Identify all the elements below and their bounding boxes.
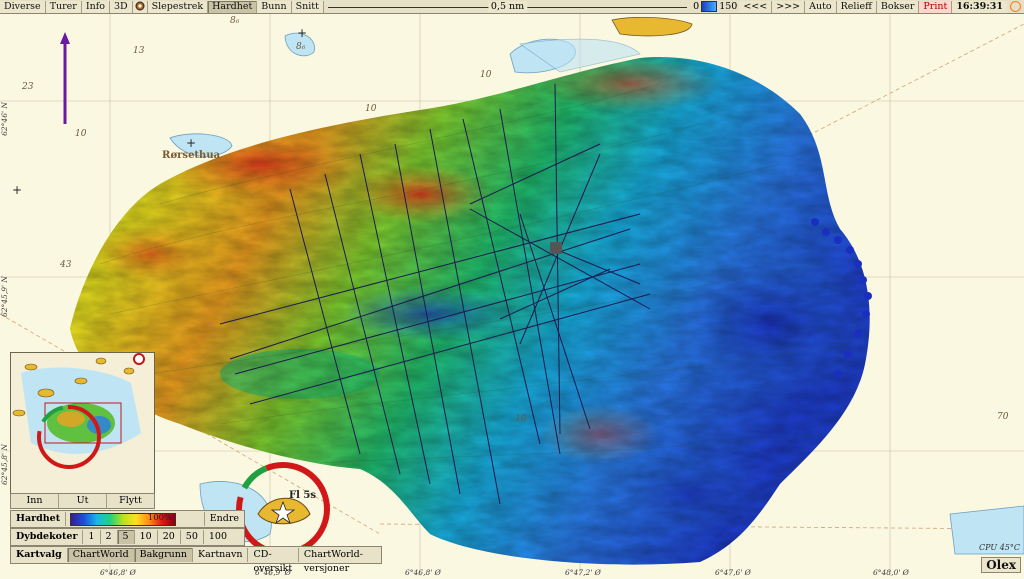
depth-label: 43 — [60, 260, 72, 270]
menu-snitt[interactable]: Snitt — [291, 0, 324, 13]
hardhet-label: Hardhet — [11, 512, 67, 526]
kartvalg-row: Kartvalg ChartWorld Bakgrunn Kartnavn CD… — [10, 546, 382, 574]
kartvalg-label: Kartvalg — [11, 548, 68, 562]
move-button[interactable]: Flytt — [107, 494, 154, 508]
overview-minimap[interactable] — [10, 352, 155, 496]
depth-label: 10 — [480, 70, 492, 80]
dybdekoter-option-2[interactable]: 2 — [101, 530, 118, 544]
depth-color-swatch — [701, 1, 718, 12]
depth-label: 8₆ — [230, 16, 240, 26]
place-name: Rørsethua — [162, 150, 221, 161]
island-top — [611, 16, 693, 37]
kartvalg-cd-oversikt[interactable]: CD-oversikt — [248, 548, 299, 574]
beacon-label: Fl 5s — [289, 490, 316, 501]
depth-label: 70 — [997, 412, 1009, 422]
top-toolbar: Diverse Turer Info 3D Slepestrek Hardhet… — [0, 0, 1024, 14]
kartvalg-bakgrunn[interactable]: Bakgrunn — [134, 548, 194, 562]
zoom-out-button[interactable]: Ut — [59, 494, 107, 508]
dybdekoter-row: Dybdekoter 1 2 5 10 20 50 100 — [10, 528, 245, 546]
dybdekoter-option-100[interactable]: 100 — [204, 530, 232, 544]
sun-icon[interactable] — [1010, 1, 1021, 12]
depth-label: 10 — [365, 104, 377, 114]
dybdekoter-label: Dybdekoter — [11, 530, 84, 544]
zoom-in-button[interactable]: Inn — [11, 494, 59, 508]
hardness-survey — [70, 57, 870, 565]
olex-logo: Olex — [981, 557, 1021, 573]
survey-center-marker — [550, 242, 562, 254]
auto-button[interactable]: Auto — [805, 0, 837, 13]
relief-button[interactable]: Relieff — [836, 0, 877, 13]
scale-bar: 0,5 nm — [324, 0, 691, 13]
hardhet-scale-max: 100% — [147, 512, 173, 523]
menu-3d[interactable]: 3D — [109, 0, 133, 13]
svg-text:+: + — [297, 26, 307, 40]
menu-diverse[interactable]: Diverse — [0, 0, 46, 13]
menu-slepestrek[interactable]: Slepestrek — [147, 0, 209, 13]
print-button[interactable]: Print — [919, 0, 953, 13]
hardhet-color-scale[interactable]: 100% — [70, 512, 177, 526]
dybdekoter-option-10[interactable]: 10 — [135, 530, 158, 544]
depth-min: 0 — [693, 1, 700, 12]
menu-bunn[interactable]: Bunn — [257, 0, 292, 13]
depth-max: 150 — [719, 1, 738, 12]
dybdekoter-option-20[interactable]: 20 — [158, 530, 181, 544]
depth-label: 13 — [133, 46, 145, 56]
endre-button[interactable]: Endre — [203, 512, 244, 526]
kartvalg-kartnavn[interactable]: Kartnavn — [193, 548, 249, 562]
dybdekoter-option-50[interactable]: 50 — [181, 530, 204, 544]
depth-label: 8₆ — [296, 42, 306, 52]
lat-coord: 62°45,9' N — [0, 276, 9, 318]
clock: 16:39:31 — [952, 0, 1007, 13]
svg-text:+: + — [12, 183, 22, 197]
minimap-canvas — [11, 353, 154, 495]
menu-info[interactable]: Info — [81, 0, 110, 13]
kartvalg-chartworld[interactable]: ChartWorld — [67, 548, 135, 562]
nav-forward-button[interactable]: >>> — [772, 0, 806, 13]
menu-hardhet[interactable]: Hardhet — [208, 0, 258, 13]
lat-coord: 62°45,8' N — [0, 444, 9, 486]
north-arrow — [60, 32, 70, 124]
cpu-temp: CPU 45°C — [979, 543, 1020, 552]
menu-turer[interactable]: Turer — [45, 0, 82, 13]
depth-range[interactable]: 0 150 — [691, 1, 739, 13]
scale-label: 0,5 nm — [487, 0, 528, 13]
depth-label: 10 — [515, 414, 527, 424]
depth-label: 10 — [75, 129, 87, 139]
kartvalg-chartworld-versjoner[interactable]: ChartWorld-versjoner — [299, 548, 381, 574]
dybdekoter-option-5[interactable]: 5 — [117, 530, 135, 544]
lat-coord: 62°46' N — [0, 102, 9, 136]
hardhet-row: Hardhet 100% Endre — [10, 510, 245, 528]
depth-label: 23 — [22, 82, 34, 92]
target-icon[interactable] — [132, 0, 148, 13]
minimap-buttons: Inn Ut Flytt — [10, 493, 155, 509]
dybdekoter-option-1[interactable]: 1 — [83, 530, 101, 544]
bokser-button[interactable]: Bokser — [876, 0, 920, 13]
nav-back-button[interactable]: <<< — [739, 0, 773, 13]
svg-text:+: + — [186, 136, 196, 150]
